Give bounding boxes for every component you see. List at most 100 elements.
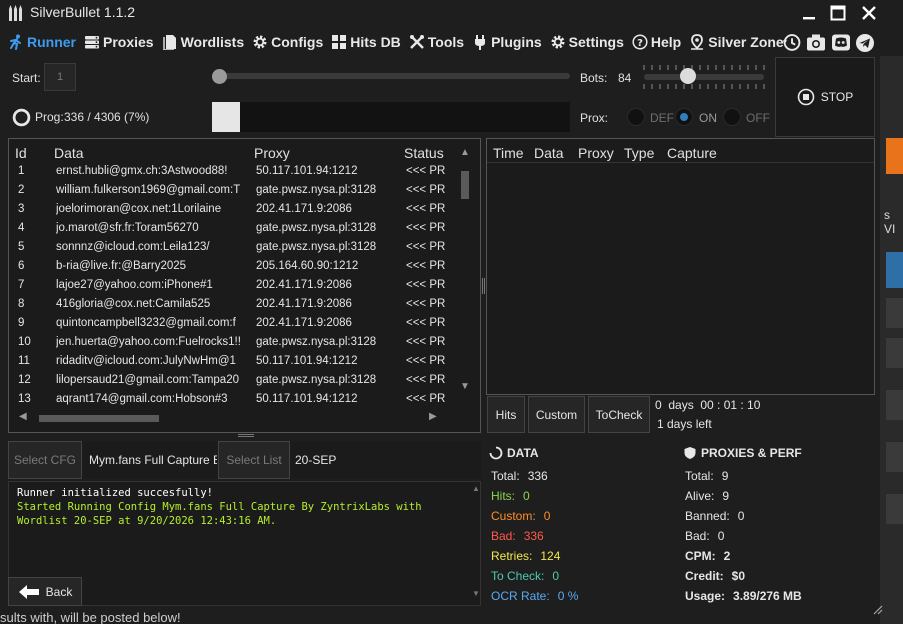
- background-orange-block: [886, 138, 903, 174]
- splitter-handle[interactable]: [482, 278, 485, 294]
- custom-filter-button[interactable]: Custom: [528, 396, 585, 433]
- gear-icon: [252, 34, 268, 50]
- row-data: ernst.hubli@gmx.ch:3Astwood88!: [56, 165, 228, 177]
- stat-label: Total:: [685, 469, 714, 483]
- col-type[interactable]: Type: [624, 145, 654, 161]
- row-data: jo.marot@sfr.fr:Toram56270: [56, 222, 199, 234]
- nav-settings[interactable]: Settings: [550, 34, 624, 50]
- proxy-off-radio[interactable]: [723, 108, 741, 126]
- vertical-scroll-thumb[interactable]: [461, 171, 469, 199]
- nav-proxies[interactable]: Proxies: [84, 34, 154, 50]
- nav-wordlists[interactable]: Wordlists: [162, 34, 245, 50]
- runner-icon: [8, 34, 24, 50]
- nav-tools[interactable]: Tools: [409, 34, 464, 50]
- row-id: 9: [18, 317, 25, 329]
- hits-filter-button[interactable]: Hits: [487, 396, 525, 433]
- table-row[interactable]: 11 ridaditv@icloud.com:JulyNwHm@1 50.117.1…: [9, 353, 457, 372]
- col-data[interactable]: Data: [54, 145, 84, 161]
- start-input[interactable]: 1: [44, 63, 76, 91]
- col-time[interactable]: Time: [493, 145, 524, 161]
- row-id: 4: [18, 222, 25, 234]
- nav-runner[interactable]: Runner: [8, 34, 76, 50]
- time-left: 1 days left: [657, 417, 712, 431]
- tools-icon: [409, 34, 425, 50]
- table-row[interactable]: 10 jen.huerta@yahoo.com:Fuelrocks1!! gate.…: [9, 334, 457, 353]
- select-cfg-button[interactable]: Select CFG: [8, 441, 82, 479]
- nav-wordlists-label: Wordlists: [180, 34, 245, 50]
- table-row[interactable]: 12 lilopersaud21@gmail.com:Tampa20 gate.pw…: [9, 372, 457, 391]
- log-scroll-down-icon[interactable]: ▼: [472, 589, 480, 598]
- telegram-icon[interactable]: [855, 33, 875, 53]
- scroll-right-icon[interactable]: ▶: [429, 411, 437, 422]
- history-icon[interactable]: [782, 33, 801, 52]
- table-row[interactable]: 5 sonnnz@icloud.com:Leila123/gate.pwsz.ny…: [9, 239, 457, 258]
- nav-configs[interactable]: Configs: [252, 34, 323, 50]
- row-id: 7: [18, 279, 25, 291]
- start-slider-track[interactable]: [212, 73, 570, 79]
- scroll-up-icon[interactable]: ▲: [459, 147, 471, 163]
- table-row[interactable]: 9 quintoncampbell3232@gmail.com:f 202.41.1…: [9, 315, 457, 334]
- table-row[interactable]: 3 joelorimoran@cox.net:1Lorilaine 202.41.1…: [9, 201, 457, 220]
- scroll-left-icon[interactable]: ◀: [19, 411, 27, 422]
- table-row[interactable]: 2 william.fulkerson1969@gmail.com:T gate.p…: [9, 182, 457, 201]
- nav-plugins-label: Plugins: [491, 34, 542, 50]
- nav-hits-db[interactable]: Hits DB: [331, 34, 401, 50]
- perf-header-label: PROXIES & PERF: [701, 446, 802, 460]
- start-label: Start:: [12, 71, 41, 85]
- progress-label: Prog:: [35, 110, 64, 124]
- back-button[interactable]: Back: [8, 577, 82, 606]
- background-grey-block: [886, 390, 903, 420]
- minimize-button[interactable]: [796, 2, 822, 24]
- maximize-button[interactable]: [825, 2, 851, 24]
- row-status: <<< PR: [406, 393, 446, 405]
- close-button[interactable]: [856, 2, 882, 24]
- nav-silver-zone[interactable]: Silver Zone: [689, 34, 784, 50]
- perf-stat-row: Usage: 3.89/276 MB: [685, 589, 802, 603]
- row-data: aqrant174@gmail.com:Hobson#3: [56, 393, 228, 405]
- horizontal-scroll-thumb[interactable]: [39, 415, 159, 422]
- table-row[interactable]: 7 lajoe27@yahoo.com:iPhone#1 202.41.171.9:…: [9, 277, 457, 296]
- stop-button[interactable]: STOP: [775, 57, 875, 137]
- discord-icon[interactable]: [831, 33, 851, 52]
- bots-slider[interactable]: [642, 62, 766, 92]
- table-row[interactable]: 1 ernst.hubli@gmx.ch:3Astwood88! 50.117.10…: [9, 163, 457, 182]
- col-proxy[interactable]: Proxy: [254, 145, 290, 161]
- proxy-def-radio[interactable]: [627, 108, 645, 126]
- row-data: lajoe27@yahoo.com:iPhone#1: [56, 279, 213, 291]
- perf-stat-row: Banned: 0: [685, 509, 744, 523]
- scroll-down-icon[interactable]: ▼: [459, 381, 471, 397]
- col-capture[interactable]: Capture: [667, 145, 717, 161]
- stat-label: Alive:: [685, 489, 715, 503]
- col-hit-data[interactable]: Data: [534, 145, 564, 161]
- config-name: Mym.fans Full Capture By: [89, 453, 217, 467]
- row-id: 5: [18, 241, 25, 253]
- stat-value: $0: [731, 569, 746, 583]
- log-scroll-up-icon[interactable]: ▲: [472, 484, 480, 493]
- nav-plugins[interactable]: Plugins: [472, 34, 542, 50]
- stat-label: Bad:: [491, 529, 516, 543]
- stat-label: To Check:: [491, 569, 545, 583]
- log-line: Wordlist 20-SEP at 9/20/2026 12:43:16 AM…: [17, 515, 277, 527]
- table-row[interactable]: 4 jo.marot@sfr.fr:Toram56270 gate.pwsz.nys…: [9, 220, 457, 239]
- row-status: <<< PR: [406, 165, 446, 177]
- select-list-button[interactable]: Select List: [218, 441, 290, 479]
- stat-label: Usage:: [685, 589, 726, 603]
- nav-help[interactable]: ? Help: [632, 34, 681, 50]
- table-row[interactable]: 13 aqrant174@gmail.com:Hobson#3 50.117.101…: [9, 391, 457, 405]
- col-status[interactable]: Status: [404, 145, 444, 161]
- stat-label: Hits:: [491, 489, 515, 503]
- table-row[interactable]: 6 b-ria@live.fr:@Barry2025 205.164.60.90:1…: [9, 258, 457, 277]
- nav-configs-label: Configs: [271, 34, 324, 50]
- stat-label: Total:: [491, 469, 520, 483]
- row-data: sonnnz@icloud.com:Leila123/: [56, 241, 210, 253]
- table-row[interactable]: 8 416gloria@cox.net:Camila525 202.41.171.9…: [9, 296, 457, 315]
- camera-icon[interactable]: [806, 33, 826, 52]
- col-hit-proxy[interactable]: Proxy: [578, 145, 614, 161]
- stop-label: STOP: [820, 90, 854, 104]
- resize-grip-icon[interactable]: [871, 603, 883, 615]
- start-slider-thumb[interactable]: [212, 69, 227, 84]
- splitter-handle-horizontal[interactable]: [238, 434, 254, 437]
- tocheck-filter-button[interactable]: ToCheck: [588, 396, 650, 433]
- col-id[interactable]: Id: [15, 145, 27, 161]
- proxy-on-radio[interactable]: [675, 108, 693, 126]
